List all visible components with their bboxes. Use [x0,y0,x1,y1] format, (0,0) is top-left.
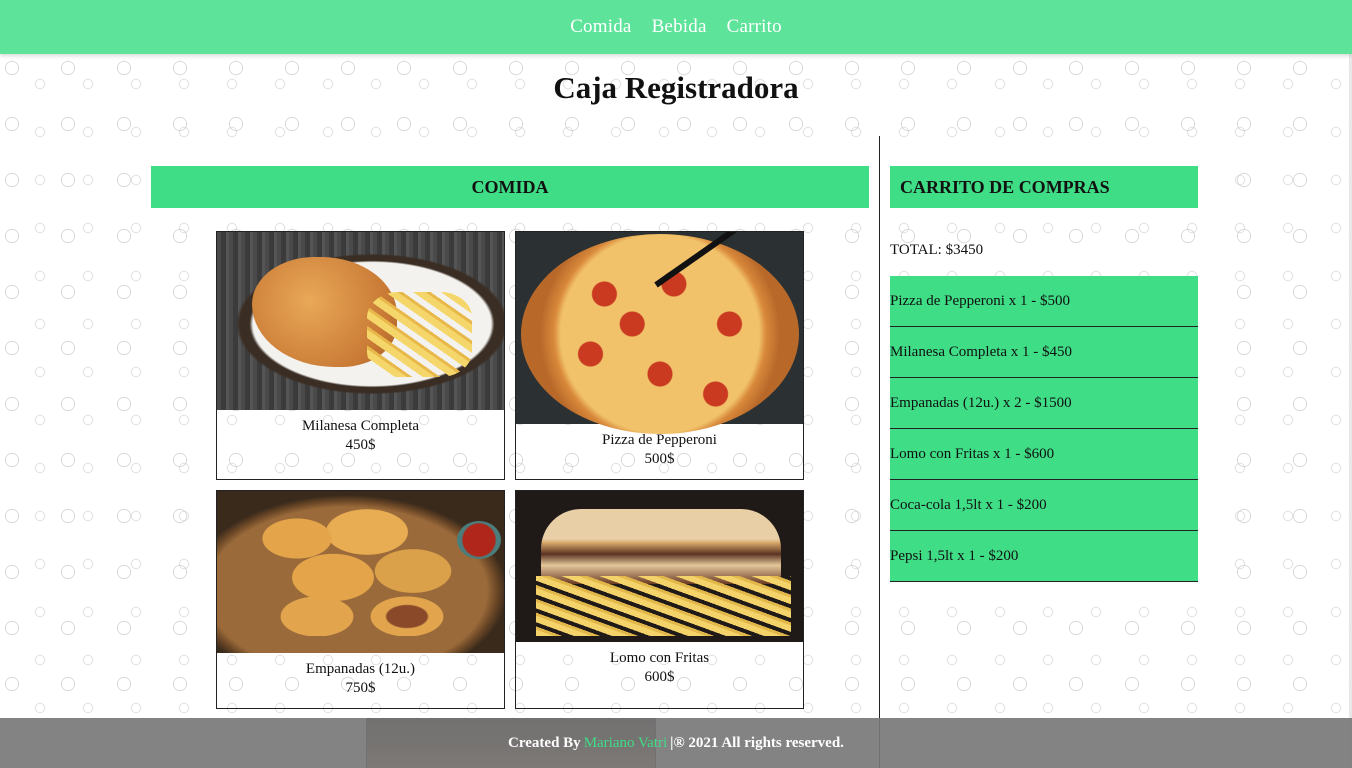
nav-link-bebida[interactable]: Bebida [652,16,707,38]
product-card-empanadas[interactable]: Empanadas (12u.) 750$ [216,490,505,709]
product-card-pizza[interactable]: Pizza de Pepperoni 500$ [515,231,804,480]
top-navbar: Comida Bebida Carrito [0,0,1352,54]
product-price: 600$ [644,669,675,685]
cart-item[interactable]: Milanesa Completa x 1 - $450 [890,327,1198,378]
empanadas-image [217,491,504,653]
page: Comida Bebida Carrito Caja Registradora … [0,0,1352,768]
footer-prefix: Created By [508,734,581,751]
product-card-milanesa[interactable]: Milanesa Completa 450$ [216,231,505,480]
product-name: Lomo con Fritas [609,650,710,666]
product-price: 750$ [345,680,376,696]
cart-item[interactable]: Lomo con Fritas x 1 - $600 [890,429,1198,480]
page-title: Caja Registradora [553,70,799,105]
comida-heading-label: COMIDA [471,176,549,197]
column-divider [879,136,880,768]
cart-total: TOTAL: $3450 [890,242,984,258]
product-card-lomo[interactable]: Lomo con Fritas 600$ [515,490,804,709]
nav-link-carrito[interactable]: Carrito [727,16,782,38]
pizza-image [516,232,803,434]
product-price: 450$ [345,437,376,453]
cart-item[interactable]: Coca-cola 1,5lt x 1 - $200 [890,480,1198,531]
product-price: 500$ [644,451,675,467]
cart-heading-label: CARRITO DE COMPRAS [900,176,1110,197]
footer: Created By Mariano Vatri |® 2021 All rig… [0,718,1352,768]
product-name: Milanesa Completa [301,418,420,434]
lomo-image [516,491,803,642]
cart-heading: CARRITO DE COMPRAS [890,166,1198,208]
cart-list: Pizza de Pepperoni x 1 - $500 Milanesa C… [890,276,1198,582]
product-name: Pizza de Pepperoni [602,432,717,448]
comida-heading: COMIDA [151,166,869,208]
product-name: Empanadas (12u.) [305,661,416,677]
cart-item[interactable]: Pizza de Pepperoni x 1 - $500 [890,276,1198,327]
nav-link-comida[interactable]: Comida [570,16,631,38]
milanesa-image [217,232,504,410]
cart-item[interactable]: Pepsi 1,5lt x 1 - $200 [890,531,1198,582]
footer-rights: |® 2021 All rights reserved. [670,734,844,751]
footer-author-link[interactable]: Mariano Vatri [584,735,667,752]
cart-item[interactable]: Empanadas (12u.) x 2 - $1500 [890,378,1198,429]
